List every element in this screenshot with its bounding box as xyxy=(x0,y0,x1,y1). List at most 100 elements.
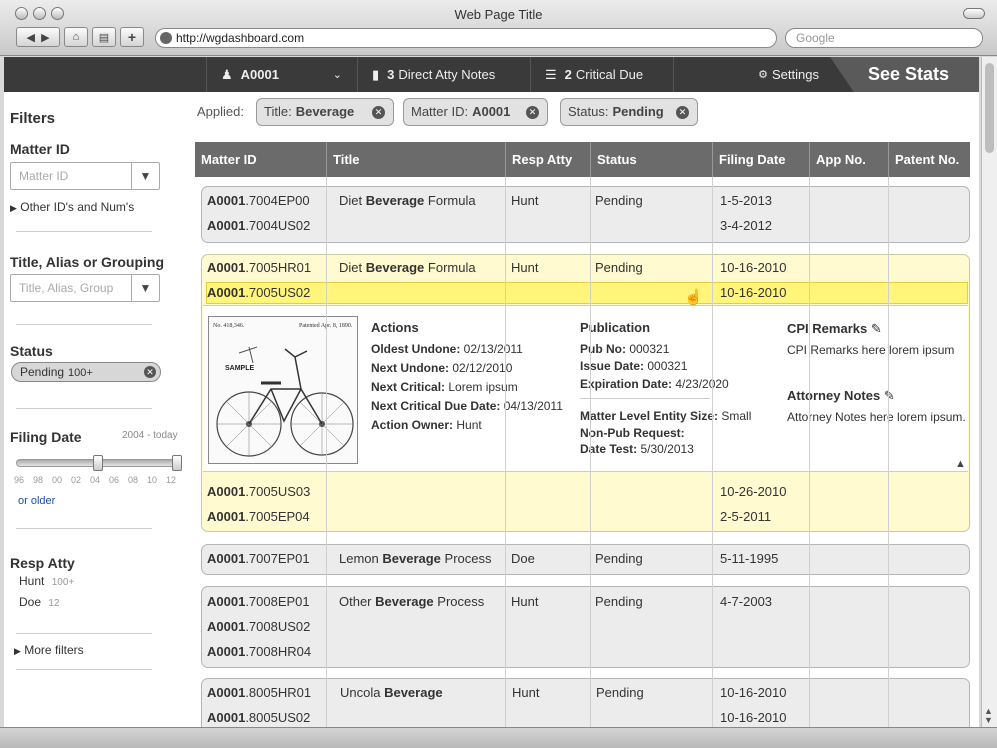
matter-selector[interactable]: ♟ A0001 ⌄ xyxy=(206,57,356,92)
or-older-link[interactable]: or older xyxy=(18,495,55,507)
main-content: Filters Matter ID Matter ID ▼ ▶ Other ID… xyxy=(4,92,979,727)
critical-label: Critical Due xyxy=(575,67,644,82)
matter-suffix: .8005US02 xyxy=(245,710,311,725)
chip-key: Title: xyxy=(264,104,292,119)
back-forward-buttons[interactable]: ◀ ▶ xyxy=(16,27,60,47)
slider-tick-label: 96 xyxy=(14,475,25,485)
matter-id-cell[interactable]: A0001.7005US03 xyxy=(207,484,310,499)
critical-due-link[interactable]: ☰ 2 Critical Due xyxy=(530,57,672,92)
publication-item: Pub No: 000321 xyxy=(580,342,669,356)
matter-id-cell[interactable]: A0001.7005EP04 xyxy=(207,509,310,524)
table-row[interactable] xyxy=(201,678,970,727)
col-title[interactable]: Title xyxy=(326,142,360,177)
slider-tick-label: 06 xyxy=(109,475,120,485)
table-row[interactable] xyxy=(201,544,970,575)
matter-prefix: A0001 xyxy=(207,193,246,208)
applied-chip-matter-id[interactable]: Matter ID: A0001 ✕ xyxy=(403,98,548,126)
remove-icon[interactable]: ✕ xyxy=(372,106,385,119)
remove-icon[interactable]: ✕ xyxy=(676,106,689,119)
remove-icon[interactable]: ✕ xyxy=(526,106,539,119)
window-title: Web Page Title xyxy=(454,7,543,22)
filter-icon[interactable]: ▼ xyxy=(131,163,159,189)
title-grouping-input[interactable]: Title, Alias, Group ▼ xyxy=(10,274,160,302)
matter-id-cell[interactable]: A0001.7005HR01 xyxy=(207,260,311,275)
divider xyxy=(16,408,152,409)
home-button[interactable]: ⌂ xyxy=(64,27,88,47)
scrollbar-thumb[interactable] xyxy=(985,63,994,153)
table-row[interactable] xyxy=(201,586,970,668)
slider-tick-label: 00 xyxy=(52,475,63,485)
collapse-triangle-icon[interactable]: ▲ xyxy=(955,458,966,470)
filing-date-cell: 1-5-2013 xyxy=(720,193,773,208)
settings-link[interactable]: ⚙ Settings xyxy=(673,57,833,92)
print-button[interactable]: ▤ xyxy=(92,27,116,47)
col-matter-id[interactable]: Matter ID xyxy=(195,142,257,177)
divider xyxy=(16,528,152,529)
matter-id-cell[interactable]: A0001.7004EP00 xyxy=(207,193,310,208)
gear-icon: ⚙ xyxy=(758,69,769,81)
slider-tick-label: 98 xyxy=(33,475,44,485)
other-ids-toggle[interactable]: ▶ Other ID's and Num's xyxy=(10,200,134,214)
vertical-scrollbar[interactable]: ▲ ▼ xyxy=(981,57,997,727)
filing-date-cell: 10-16-2010 xyxy=(720,710,787,725)
slider-start-handle[interactable] xyxy=(93,455,103,471)
title-part: Uncola xyxy=(340,685,385,700)
slider-tick-label: 08 xyxy=(128,475,139,485)
matter-id-input[interactable]: Matter ID ▼ xyxy=(10,162,160,190)
back-arrow-icon[interactable]: ◀ xyxy=(26,31,34,44)
matter-id-cell[interactable]: A0001.7005US02 xyxy=(207,285,310,300)
remove-icon[interactable]: ✕ xyxy=(144,366,156,378)
search-field[interactable]: Google xyxy=(785,28,983,48)
applied-chip-status[interactable]: Status: Pending ✕ xyxy=(560,98,698,126)
divider xyxy=(16,324,152,325)
col-patent-no[interactable]: Patent No. xyxy=(888,142,959,177)
matter-selector-label: A0001 xyxy=(240,67,279,82)
matter-id-cell[interactable]: A0001.8005HR01 xyxy=(207,685,311,700)
resp-atty-count: 100+ xyxy=(51,577,75,588)
field-key: Pub No: xyxy=(580,342,626,356)
matter-id-cell[interactable]: A0001.7007EP01 xyxy=(207,551,310,566)
address-bar[interactable]: http://wgdashboard.com xyxy=(155,28,777,48)
filter-icon[interactable]: ▼ xyxy=(131,275,159,301)
highlighted-row[interactable] xyxy=(206,282,968,304)
direct-atty-notes-link[interactable]: ▮ 3 Direct Atty Notes xyxy=(357,57,529,92)
col-status[interactable]: Status xyxy=(590,142,637,177)
title-cell: Uncola Beverage xyxy=(340,685,443,700)
table-row[interactable] xyxy=(201,186,970,243)
matter-suffix: .7005HR01 xyxy=(245,260,312,275)
matter-id-cell[interactable]: A0001.7004US02 xyxy=(207,218,310,233)
matter-prefix: A0001 xyxy=(207,644,246,659)
cpi-remarks-heading: CPI Remarks ✎ xyxy=(787,321,882,337)
status-filter-chip[interactable]: Pending 100+ ✕ xyxy=(11,362,161,382)
more-filters-toggle[interactable]: ▶ More filters xyxy=(14,643,84,657)
resp-atty-option[interactable]: Doe 12 xyxy=(19,595,59,609)
filing-date-cell: 10-16-2010 xyxy=(720,260,787,275)
pencil-icon[interactable]: ✎ xyxy=(884,388,895,403)
matter-id-cell[interactable]: A0001.7008HR04 xyxy=(207,644,311,659)
filing-date-slider[interactable] xyxy=(16,455,182,471)
resp-atty-option[interactable]: Hunt 100+ xyxy=(19,574,74,588)
toolbar-toggle-button[interactable] xyxy=(963,8,985,19)
field-value: 04/13/2011 xyxy=(500,399,563,413)
col-filing-date[interactable]: Filing Date xyxy=(712,142,785,177)
browser-nav-buttons: ◀ ▶ ⌂ ▤ + xyxy=(16,27,144,47)
hand-cursor-icon: ☝ xyxy=(684,289,703,306)
matter-id-cell[interactable]: A0001.7008EP01 xyxy=(207,594,310,609)
matter-id-cell[interactable]: A0001.8005US02 xyxy=(207,710,310,725)
field-key: Expiration Date: xyxy=(580,377,673,391)
pencil-icon[interactable]: ✎ xyxy=(871,321,882,336)
scroll-arrows-icon[interactable]: ▲ ▼ xyxy=(984,707,993,725)
table-header: Matter ID Title Resp Atty Status Filing … xyxy=(195,142,970,177)
matter-id-cell[interactable]: A0001.7008US02 xyxy=(207,619,310,634)
applied-chip-title[interactable]: Title: Beverage ✕ xyxy=(256,98,394,126)
col-resp-atty[interactable]: Resp Atty xyxy=(505,142,572,177)
forward-arrow-icon[interactable]: ▶ xyxy=(41,31,49,44)
see-stats-tab[interactable]: See Stats xyxy=(830,57,979,92)
matter-suffix: .7007EP01 xyxy=(245,551,310,566)
col-app-no[interactable]: App No. xyxy=(809,142,866,177)
slider-end-handle[interactable] xyxy=(172,455,182,471)
patent-number-text: No. 418,346. xyxy=(213,323,245,329)
new-tab-button[interactable]: + xyxy=(120,27,144,47)
top-app-bar: ♟ A0001 ⌄ ▮ 3 Direct Atty Notes ☰ 2 Crit… xyxy=(4,57,979,92)
column-divider xyxy=(326,177,327,727)
